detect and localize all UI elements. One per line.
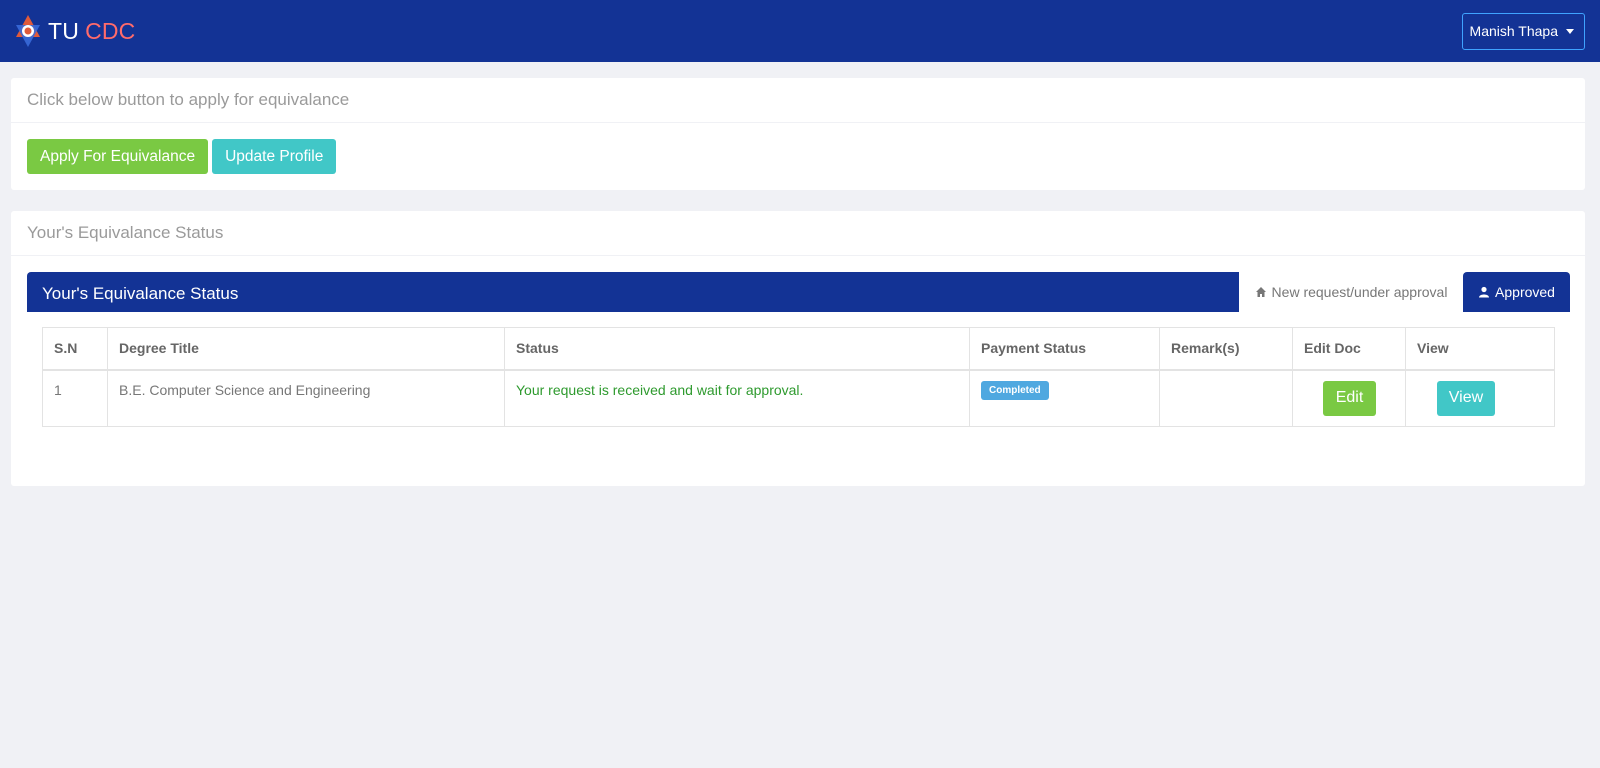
status-tabbar: Your's Equivalance Status New request/un…	[27, 272, 1570, 312]
apply-for-equivalance-button[interactable]: Apply For Equivalance	[27, 139, 209, 174]
user-menu-button[interactable]: Manish Thapa	[1461, 12, 1585, 50]
tab-new-request[interactable]: New request/under approval	[1239, 272, 1463, 312]
home-icon	[1255, 287, 1266, 297]
tab-approved-label: Approved	[1495, 284, 1555, 300]
cell-status: Your request is received and wait for ap…	[504, 369, 970, 427]
brand-name: TU CDC	[48, 18, 136, 45]
status-card-header: Your's Equivalance Status	[11, 211, 1585, 256]
cell-payment-status: Completed	[969, 369, 1160, 427]
cell-sn: 1	[42, 369, 108, 427]
update-profile-button[interactable]: Update Profile	[212, 139, 337, 174]
column-header-status: Status	[504, 327, 970, 371]
column-header-edit-doc: Edit Doc	[1292, 327, 1406, 371]
column-header-degree-title: Degree Title	[107, 327, 505, 371]
table-row: 1 B.E. Computer Science and Engineering …	[42, 369, 1555, 427]
brand[interactable]: TU CDC	[12, 13, 136, 49]
edit-doc-button[interactable]: Edit	[1323, 380, 1376, 416]
brand-cdc: CDC	[85, 17, 136, 44]
status-tab-title: Your's Equivalance Status	[27, 272, 1239, 312]
status-table-wrapper: S.N Degree Title Status Payment Status R…	[42, 327, 1555, 427]
tab-approved[interactable]: Approved	[1463, 272, 1570, 312]
payment-status-badge: Completed	[981, 380, 1049, 400]
column-header-remarks: Remark(s)	[1159, 327, 1293, 371]
column-header-payment-status: Payment Status	[969, 327, 1160, 371]
column-header-sn: S.N	[42, 327, 108, 371]
status-table: S.N Degree Title Status Payment Status R…	[42, 327, 1555, 427]
table-header-row: S.N Degree Title Status Payment Status R…	[42, 327, 1555, 371]
cell-edit-doc: Edit	[1292, 369, 1406, 427]
brand-tu: TU	[48, 17, 80, 44]
cell-view: View	[1405, 369, 1555, 427]
cell-remarks	[1159, 369, 1293, 427]
nepal-star-logo-icon	[16, 15, 40, 47]
apply-card: Click below button to apply for equivala…	[11, 78, 1585, 190]
user-icon	[1479, 286, 1490, 298]
view-button[interactable]: View	[1437, 380, 1495, 416]
apply-card-header: Click below button to apply for equivala…	[11, 78, 1585, 123]
column-header-view: View	[1405, 327, 1555, 371]
top-navbar: TU CDC Manish Thapa	[0, 0, 1600, 62]
caret-down-icon	[1566, 28, 1574, 34]
apply-button-row: Apply For Equivalance Update Profile	[11, 123, 1585, 190]
user-name: Manish Thapa	[1469, 23, 1558, 39]
tab-new-request-label: New request/under approval	[1271, 284, 1448, 300]
status-card: Your's Equivalance Status Your's Equival…	[11, 211, 1585, 486]
cell-degree-title: B.E. Computer Science and Engineering	[107, 369, 505, 427]
